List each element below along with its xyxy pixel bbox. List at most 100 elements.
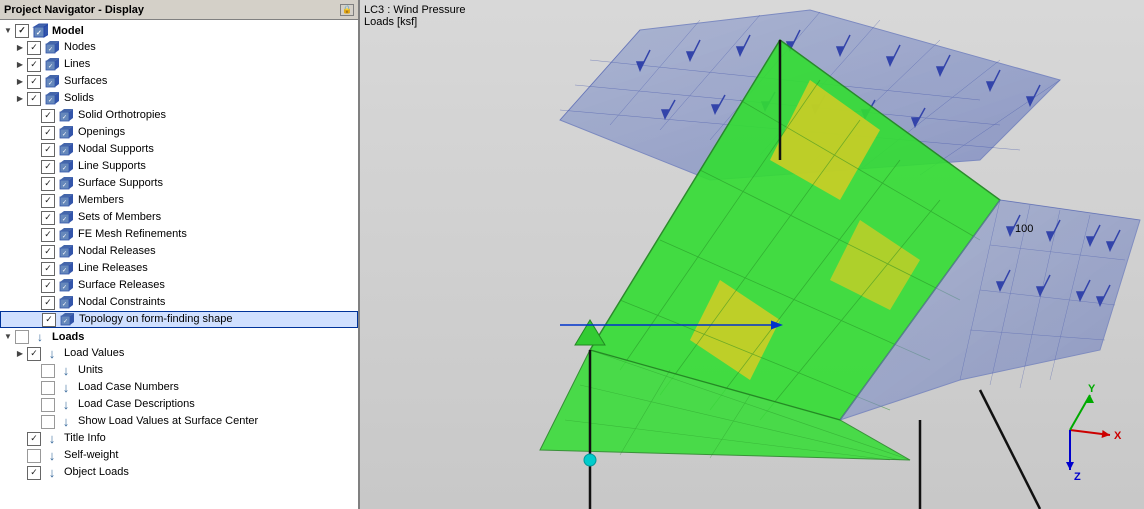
self-weight-icon: ↓ — [44, 448, 60, 464]
object-loads-label: Object Loads — [64, 464, 129, 481]
topology-expand-icon[interactable] — [29, 314, 41, 326]
openings-expand-icon[interactable] — [28, 127, 40, 139]
surface-releases-expand-icon[interactable] — [28, 280, 40, 292]
solid-ortho-expand-icon[interactable] — [28, 110, 40, 122]
loads-item-self-weight[interactable]: ↓Self-weight — [0, 447, 358, 464]
units-expand-icon[interactable] — [28, 365, 40, 377]
members-checkbox[interactable] — [41, 194, 55, 208]
fe-mesh-checkbox[interactable] — [41, 228, 55, 242]
svg-text:✓: ✓ — [48, 47, 53, 53]
nodal-supports-checkbox[interactable] — [41, 143, 55, 157]
loads-root[interactable]: ▼ ↓ Loads — [0, 328, 358, 345]
self-weight-checkbox[interactable] — [27, 449, 41, 463]
topology-checkbox[interactable] — [42, 313, 56, 327]
loads-item-units[interactable]: ↓Units — [0, 362, 358, 379]
loads-item-load-values[interactable]: ▶↓Load Values — [0, 345, 358, 362]
loads-item-load-case-numbers[interactable]: ↓Load Case Numbers — [0, 379, 358, 396]
tree-item-line-supports[interactable]: ✓ Line Supports — [0, 158, 358, 175]
model-expand-icon[interactable]: ▼ — [2, 25, 14, 37]
object-loads-checkbox[interactable] — [27, 466, 41, 480]
loads-expand-icon[interactable]: ▼ — [2, 331, 14, 343]
title-info-checkbox[interactable] — [27, 432, 41, 446]
fe-mesh-expand-icon[interactable] — [28, 229, 40, 241]
loads-item-load-case-descriptions[interactable]: ↓Load Case Descriptions — [0, 396, 358, 413]
line-supports-expand-icon[interactable] — [28, 161, 40, 173]
solid-ortho-checkbox[interactable] — [41, 109, 55, 123]
nodes-checkbox[interactable] — [27, 41, 41, 55]
tree-item-solids[interactable]: ▶ ✓ Solids — [0, 90, 358, 107]
surface-releases-checkbox[interactable] — [41, 279, 55, 293]
line-releases-checkbox[interactable] — [41, 262, 55, 276]
show-load-values-expand-icon[interactable] — [28, 416, 40, 428]
load-case-descriptions-expand-icon[interactable] — [28, 399, 40, 411]
line-supports-checkbox[interactable] — [41, 160, 55, 174]
tree-item-solid-ortho[interactable]: ✓ Solid Orthotropies — [0, 107, 358, 124]
load-case-descriptions-checkbox[interactable] — [41, 398, 55, 412]
tree-item-lines[interactable]: ▶ ✓ Lines — [0, 56, 358, 73]
surfaces-expand-icon[interactable]: ▶ — [14, 76, 26, 88]
solids-checkbox[interactable] — [27, 92, 41, 106]
sets-of-members-expand-icon[interactable] — [28, 212, 40, 224]
tree-item-nodes[interactable]: ▶ ✓ Nodes — [0, 39, 358, 56]
panel-title: Project Navigator - Display — [4, 4, 144, 16]
show-load-values-icon: ↓ — [58, 414, 74, 430]
loads-checkbox[interactable] — [15, 330, 29, 344]
show-load-values-checkbox[interactable] — [41, 415, 55, 429]
loads-label: Loads — [52, 331, 84, 343]
svg-text:X: X — [1114, 430, 1122, 442]
svg-text:✓: ✓ — [62, 251, 67, 257]
surface-supports-checkbox[interactable] — [41, 177, 55, 191]
tree-item-line-releases[interactable]: ✓ Line Releases — [0, 260, 358, 277]
load-case-numbers-expand-icon[interactable] — [28, 382, 40, 394]
svg-text:✓: ✓ — [48, 98, 53, 104]
tree-container[interactable]: ▼ ✓ Model ▶ ✓ Nodes▶ — [0, 20, 358, 509]
model-root[interactable]: ▼ ✓ Model — [0, 22, 358, 39]
line-releases-expand-icon[interactable] — [28, 263, 40, 275]
nodal-releases-expand-icon[interactable] — [28, 246, 40, 258]
lines-checkbox[interactable] — [27, 58, 41, 72]
openings-checkbox[interactable] — [41, 126, 55, 140]
loads-item-title-info[interactable]: ↓Title Info — [0, 430, 358, 447]
nodal-releases-checkbox[interactable] — [41, 245, 55, 259]
lines-expand-icon[interactable]: ▶ — [14, 59, 26, 71]
topology-icon: ✓ — [59, 312, 75, 328]
tree-item-surface-supports[interactable]: ✓ Surface Supports — [0, 175, 358, 192]
model-checkbox[interactable] — [15, 24, 29, 38]
surface-supports-expand-icon[interactable] — [28, 178, 40, 190]
members-expand-icon[interactable] — [28, 195, 40, 207]
load-case-numbers-checkbox[interactable] — [41, 381, 55, 395]
load-values-expand-icon[interactable]: ▶ — [14, 348, 26, 360]
tree-item-openings[interactable]: ✓ Openings — [0, 124, 358, 141]
tree-item-topology[interactable]: ✓ Topology on form-finding shape — [0, 311, 358, 328]
solids-expand-icon[interactable]: ▶ — [14, 93, 26, 105]
tree-item-surfaces[interactable]: ▶ ✓ Surfaces — [0, 73, 358, 90]
loads-items-container: ▶↓Load Values↓Units↓Load Case Numbers↓Lo… — [0, 345, 358, 481]
tree-item-nodal-supports[interactable]: ✓ Nodal Supports — [0, 141, 358, 158]
tree-item-sets-of-members[interactable]: ✓ Sets of Members — [0, 209, 358, 226]
nodal-constraints-expand-icon[interactable] — [28, 297, 40, 309]
self-weight-label: Self-weight — [64, 447, 118, 464]
nodal-constraints-checkbox[interactable] — [41, 296, 55, 310]
surfaces-checkbox[interactable] — [27, 75, 41, 89]
loads-item-show-load-values[interactable]: ↓Show Load Values at Surface Center — [0, 413, 358, 430]
nodes-expand-icon[interactable]: ▶ — [14, 42, 26, 54]
load-values-checkbox[interactable] — [27, 347, 41, 361]
tree-item-nodal-releases[interactable]: ✓ Nodal Releases — [0, 243, 358, 260]
fe-mesh-icon: ✓ — [58, 227, 74, 243]
units-checkbox[interactable] — [41, 364, 55, 378]
svg-text:✓: ✓ — [62, 149, 67, 155]
svg-text:Z: Z — [1074, 471, 1081, 483]
tree-item-members[interactable]: ✓ Members — [0, 192, 358, 209]
surface-releases-label: Surface Releases — [78, 277, 165, 294]
loads-item-object-loads[interactable]: ↓Object Loads — [0, 464, 358, 481]
object-loads-expand-icon[interactable] — [14, 467, 26, 479]
tree-item-surface-releases[interactable]: ✓ Surface Releases — [0, 277, 358, 294]
title-info-expand-icon[interactable] — [14, 433, 26, 445]
pin-button[interactable]: 🔒 — [340, 4, 354, 16]
tree-item-fe-mesh[interactable]: ✓ FE Mesh Refinements — [0, 226, 358, 243]
sets-of-members-checkbox[interactable] — [41, 211, 55, 225]
self-weight-expand-icon[interactable] — [14, 450, 26, 462]
panel-header: Project Navigator - Display 🔒 — [0, 0, 358, 20]
tree-item-nodal-constraints[interactable]: ✓ Nodal Constraints — [0, 294, 358, 311]
nodal-supports-expand-icon[interactable] — [28, 144, 40, 156]
